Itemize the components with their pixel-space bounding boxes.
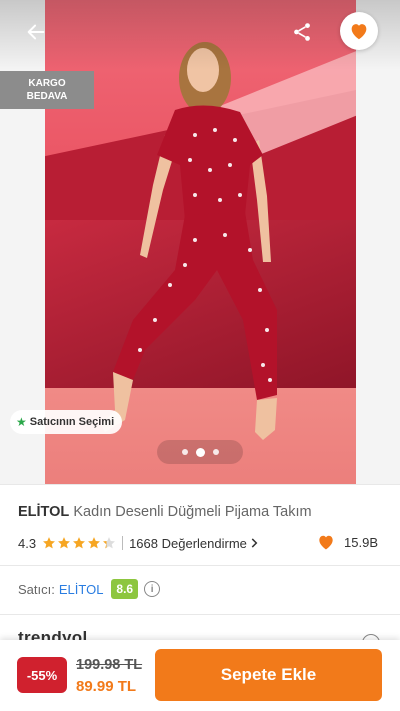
star-full-icon xyxy=(73,537,86,549)
discount-badge: -55% xyxy=(17,657,67,693)
rating-score: 4.3 xyxy=(18,535,37,551)
free-shipping-badge: KARGO BEDAVA xyxy=(0,71,94,109)
favorite-count: 15.9B xyxy=(316,532,378,552)
seller-choice-label: Satıcının Seçimi xyxy=(29,416,115,428)
star-full-icon xyxy=(88,537,101,549)
chevron-right-icon xyxy=(251,538,258,548)
divider xyxy=(0,484,400,485)
image-pagination[interactable] xyxy=(157,440,243,464)
bottom-action-bar: -55% 199.98 TL 89.99 TL Sepete Ekle xyxy=(0,640,400,711)
product-image-gallery[interactable]: KARGO BEDAVA ★ Satıcının Seçimi xyxy=(0,0,400,484)
seller-row: Satıcı: ELİTOL 8.6 i xyxy=(18,578,161,600)
seller-link[interactable]: ELİTOL xyxy=(59,582,104,597)
back-button[interactable] xyxy=(18,16,54,48)
seller-label: Satıcı: xyxy=(18,581,55,597)
reviews-link[interactable]: 1668 Değerlendirme xyxy=(129,536,261,551)
heart-icon xyxy=(351,24,367,40)
info-icon[interactable]: i xyxy=(144,581,161,597)
share-icon xyxy=(294,23,310,41)
seller-score-badge: 8.6 xyxy=(111,579,139,599)
old-price: 199.98 TL xyxy=(76,657,143,673)
pagination-dot[interactable] xyxy=(181,449,188,455)
divider xyxy=(0,614,400,615)
favorite-count-value: 15.9B xyxy=(344,534,378,550)
star-full-icon xyxy=(58,537,71,549)
product-name: Kadın Desenli Düğmeli Pijama Takım xyxy=(73,504,312,520)
star-icon: ★ xyxy=(16,415,27,429)
star-half-icon xyxy=(103,537,116,549)
brand-link[interactable]: ELİTOL xyxy=(18,504,69,520)
pagination-dot-active[interactable] xyxy=(195,447,205,457)
seller-choice-badge: ★ Satıcının Seçimi xyxy=(10,410,123,434)
product-title: ELİTOL Kadın Desenli Düğmeli Pijama Takı… xyxy=(18,502,388,522)
share-button[interactable] xyxy=(284,16,320,48)
rating-row: 4.3 1668 Değerlendirme 15.9B xyxy=(18,532,382,554)
pagination-dot[interactable] xyxy=(212,449,219,455)
reviews-count: 1668 Değerlendirme xyxy=(129,535,247,551)
current-price: 89.99 TL xyxy=(76,678,137,695)
arrow-left-icon xyxy=(27,24,45,40)
heart-icon xyxy=(319,535,333,550)
divider xyxy=(0,565,400,566)
star-full-icon xyxy=(43,537,56,549)
add-to-cart-button[interactable]: Sepete Ekle xyxy=(155,649,382,701)
free-shipping-label: KARGO BEDAVA xyxy=(26,78,68,102)
favorite-button[interactable] xyxy=(340,12,378,50)
rating-stars xyxy=(42,536,116,550)
